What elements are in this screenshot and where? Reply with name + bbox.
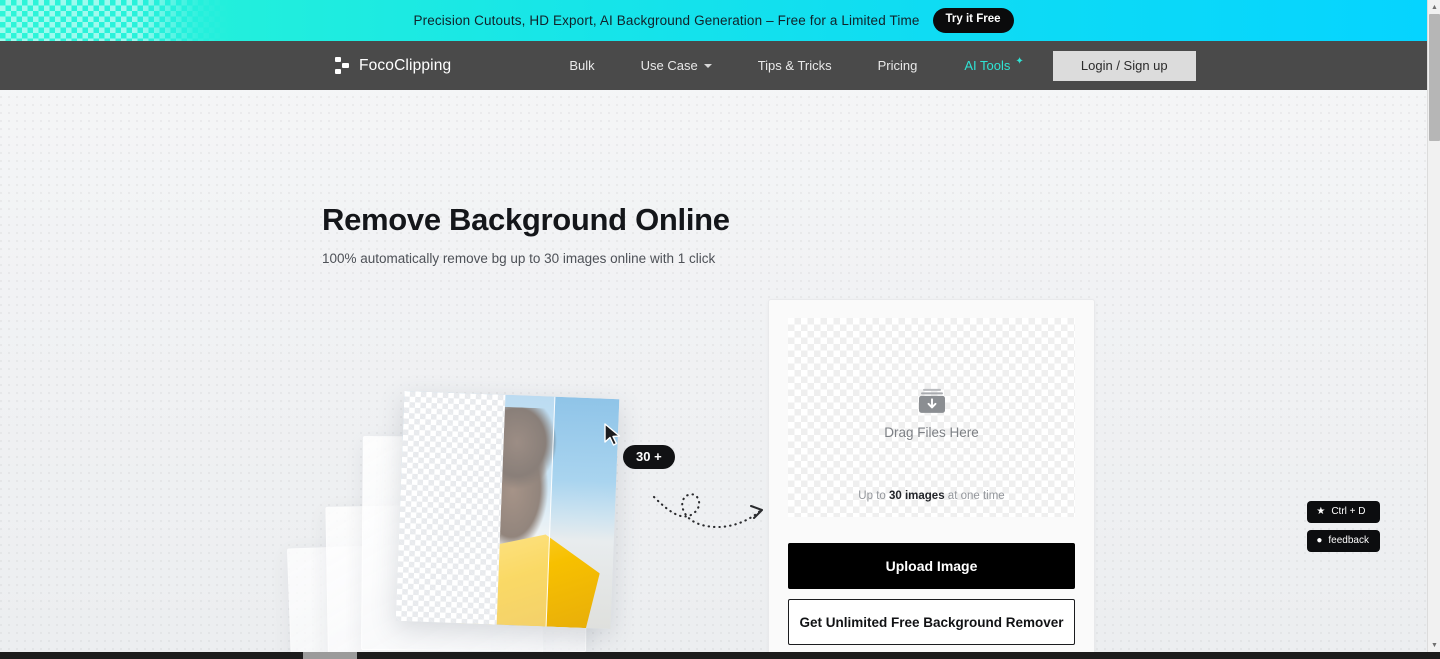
nav-item-bulk[interactable]: Bulk xyxy=(546,58,617,73)
horizontal-scrollbar-thumb[interactable] xyxy=(303,652,357,659)
nav-item-pricing-label: Pricing xyxy=(877,58,918,73)
dotted-curved-arrow-icon xyxy=(652,493,763,529)
page-title: Remove Background Online xyxy=(322,202,730,237)
nav-item-bulk-label: Bulk xyxy=(569,58,595,73)
limit-count: 30 images xyxy=(888,490,945,502)
sample-photo-card xyxy=(395,390,620,630)
sparkle-icon: ✦ xyxy=(1015,56,1024,67)
vertical-scrollbar-thumb[interactable] xyxy=(1429,14,1440,141)
promo-banner: Precision Cutouts, HD Export, AI Backgro… xyxy=(0,0,1427,41)
vertical-scrollbar[interactable]: ▲ ▼ xyxy=(1427,0,1440,652)
bookmark-shortcut-button[interactable]: ★ Ctrl + D xyxy=(1307,501,1380,523)
promo-text: Precision Cutouts, HD Export, AI Backgro… xyxy=(413,13,920,28)
speech-bubble-icon: ● xyxy=(1316,535,1323,546)
dropzone-limit-note: Up to 30 images at one time xyxy=(788,490,1075,502)
scroll-down-arrow-icon[interactable]: ▼ xyxy=(1428,638,1440,652)
try-it-free-button[interactable]: Try it Free xyxy=(932,8,1014,33)
floating-side-buttons: ★ Ctrl + D ● feedback xyxy=(1307,501,1380,552)
nav-item-tips-tricks-label: Tips & Tricks xyxy=(757,58,832,73)
upload-image-button[interactable]: Upload Image xyxy=(788,543,1075,589)
feedback-label: feedback xyxy=(1328,535,1369,546)
dropzone-label: Drag Files Here xyxy=(884,424,979,440)
checkerboard-pattern xyxy=(0,0,230,41)
nav-item-use-case-label: Use Case xyxy=(640,58,698,73)
image-count-badge: 30 + xyxy=(623,445,675,469)
file-dropzone[interactable]: Drag Files Here Up to 30 images at one t… xyxy=(788,318,1075,517)
get-unlimited-button[interactable]: Get Unlimited Free Background Remover xyxy=(788,599,1075,645)
hero-section: Remove Background Online 100% automatica… xyxy=(0,90,1427,652)
hero-artwork: 30 + xyxy=(280,375,763,652)
scroll-up-arrow-icon[interactable]: ▲ xyxy=(1428,0,1440,14)
fococlipping-logo-icon xyxy=(335,57,350,74)
bookmark-shortcut-label: Ctrl + D xyxy=(1331,506,1366,517)
mouse-cursor-icon xyxy=(604,423,621,446)
cutout-overlay xyxy=(395,390,555,627)
upload-panel: Drag Files Here Up to 30 images at one t… xyxy=(768,299,1095,652)
brand-logo-link[interactable]: FocoClipping xyxy=(335,57,451,75)
horizontal-scrollbar[interactable] xyxy=(0,652,1440,659)
page-subtitle: 100% automatically remove bg up to 30 im… xyxy=(322,250,716,266)
browser-viewport: Precision Cutouts, HD Export, AI Backgro… xyxy=(0,0,1427,652)
star-icon: ★ xyxy=(1316,506,1326,517)
main-navbar: FocoClipping Bulk Use Case Tips & Tricks… xyxy=(0,41,1427,90)
nav-item-ai-tools[interactable]: AI Tools ✦ xyxy=(940,56,1041,73)
nav-item-tips-tricks[interactable]: Tips & Tricks xyxy=(735,58,855,73)
upload-tray-icon xyxy=(918,388,945,413)
nav-item-use-case[interactable]: Use Case xyxy=(618,58,735,73)
chevron-down-icon xyxy=(703,64,712,68)
limit-prefix: Up to xyxy=(858,490,889,502)
hero-copy: Remove Background Online 100% automatica… xyxy=(322,202,742,266)
nav-item-pricing[interactable]: Pricing xyxy=(855,58,941,73)
limit-suffix: at one time xyxy=(944,490,1005,502)
login-signup-button[interactable]: Login / Sign up xyxy=(1052,50,1196,81)
feedback-button[interactable]: ● feedback xyxy=(1307,530,1380,552)
brand-name: FocoClipping xyxy=(359,56,452,74)
nav-item-ai-tools-label: AI Tools xyxy=(964,58,1011,73)
